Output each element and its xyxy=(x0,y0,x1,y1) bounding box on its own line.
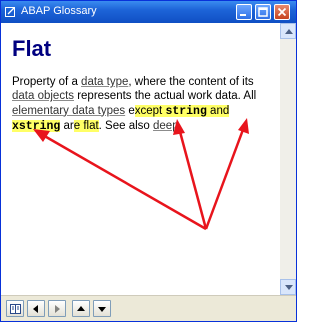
forward-button[interactable] xyxy=(48,300,66,317)
arrow-to-string xyxy=(173,119,208,230)
back-icon xyxy=(33,305,38,313)
definition-text: represents the actual work data. All xyxy=(74,90,257,103)
window-edit-icon xyxy=(5,7,15,17)
navigation-toolbar xyxy=(1,295,296,321)
minimize-button[interactable] xyxy=(236,4,252,20)
definition-text: . xyxy=(178,119,182,132)
arrow-to-are-flat xyxy=(33,129,207,231)
book-icon xyxy=(10,304,21,314)
link-deep[interactable]: deep xyxy=(153,120,179,132)
back-button[interactable] xyxy=(27,300,45,317)
arrow-to-xstring xyxy=(204,118,249,230)
annotation-arrows xyxy=(33,118,249,231)
scroll-down-icon xyxy=(285,285,293,290)
scroll-up-icon xyxy=(285,29,293,34)
maximize-button[interactable] xyxy=(255,4,271,20)
definition-text: e xyxy=(125,104,135,117)
code-xstring: xstring xyxy=(12,119,61,133)
window-title: ABAP Glossary xyxy=(21,5,97,17)
close-button[interactable] xyxy=(274,4,290,20)
definition-text: , where the content of its xyxy=(128,76,254,88)
code-string: string xyxy=(165,104,207,118)
highlight-are-flat: e flat xyxy=(73,119,99,132)
close-icon xyxy=(277,7,287,17)
glossary-definition: Property of a data type, where the conte… xyxy=(12,75,276,134)
page-title: Flat xyxy=(12,36,52,61)
down-button[interactable] xyxy=(93,300,111,317)
definition-text: ar xyxy=(60,119,74,132)
scroll-down-button[interactable] xyxy=(280,279,296,295)
index-button[interactable] xyxy=(6,300,24,317)
title-bar[interactable]: ABAP Glossary xyxy=(1,1,296,23)
minimize-icon xyxy=(240,14,246,16)
definition-text: xcept xyxy=(134,104,166,117)
forward-icon xyxy=(55,305,60,313)
vertical-scrollbar[interactable] xyxy=(280,23,296,295)
glossary-content: Flat Property of a data type, where the … xyxy=(1,23,280,295)
link-elementary-data-types[interactable]: elementary data types xyxy=(12,105,125,117)
scroll-up-button[interactable] xyxy=(280,23,296,39)
link-data-objects[interactable]: data objects xyxy=(12,90,74,102)
maximize-icon xyxy=(258,7,268,17)
definition-text: Property of a xyxy=(12,76,82,88)
link-data-type[interactable]: data type xyxy=(81,76,128,88)
up-icon xyxy=(77,306,85,311)
glossary-window: ABAP Glossary Flat Property of a data ty… xyxy=(0,0,297,322)
up-button[interactable] xyxy=(72,300,90,317)
definition-text: and xyxy=(206,104,230,117)
down-icon xyxy=(98,307,106,312)
definition-text: e flat xyxy=(73,119,99,132)
definition-text: . See also xyxy=(98,119,154,132)
